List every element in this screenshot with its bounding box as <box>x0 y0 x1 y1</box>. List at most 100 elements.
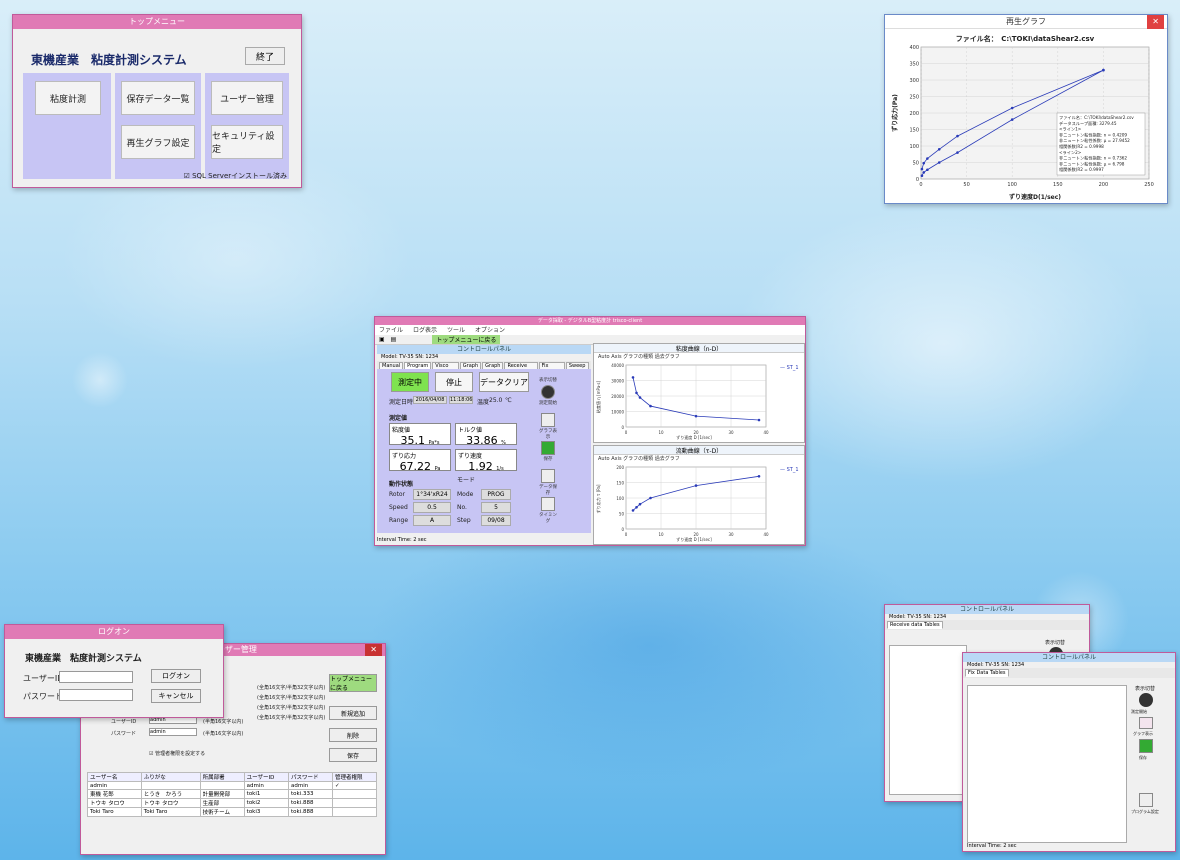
speed-value: 0.5 <box>413 502 451 513</box>
back-to-top-button[interactable]: トップメニューに戻る <box>329 674 377 692</box>
data-clear-button[interactable]: データクリア <box>479 372 529 392</box>
start-measure-label: 測定開始 <box>1131 709 1147 714</box>
menu-file[interactable]: ファイル <box>379 325 403 335</box>
tab-receive-data[interactable]: Receive data Tables <box>887 621 943 629</box>
data-point <box>649 496 652 500</box>
past-graph-label[interactable]: 過去グラフ <box>655 354 680 360</box>
login-button[interactable]: ログオン <box>151 669 201 683</box>
graph-display-icon[interactable] <box>1139 717 1153 729</box>
security-settings-button[interactable]: セキュリティ設定 <box>211 125 283 159</box>
start-measure-icon[interactable]: 測定開始 <box>537 385 559 413</box>
close-icon[interactable]: ✕ <box>365 644 382 656</box>
program-settings-icon[interactable] <box>1139 793 1153 807</box>
admin-cell[interactable] <box>331 798 378 808</box>
viscosity-measure-button[interactable]: 粘度計測 <box>35 81 101 115</box>
y-tick-label: 100 <box>616 496 624 501</box>
hint-6: (半角16文字以内) <box>203 731 244 737</box>
cancel-button[interactable]: キャンセル <box>151 689 201 703</box>
op-section-label: 動作状態 <box>389 481 414 488</box>
replay-graph-window: 再生グラフ – □ ✕ ファイル名： C:\TOKI\dataShear2.csv 0… <box>884 14 1168 204</box>
legend-entry: — ST_1 <box>780 365 799 371</box>
add-user-button[interactable]: 新規追加 <box>329 706 377 720</box>
data-save-icon[interactable]: データ保存 <box>537 469 559 497</box>
control-panel-window-front: コントロールパネル Model: TV-35 SN: 1234 Fix Data… <box>962 652 1176 852</box>
data-point <box>926 168 929 172</box>
password-input[interactable]: admin <box>149 728 197 736</box>
hint-5: (半角16文字以内) <box>203 719 244 725</box>
admin-cell[interactable]: ✓ <box>331 781 378 790</box>
rotor-label: Rotor <box>389 491 406 498</box>
menu-tool[interactable]: ツール <box>447 325 465 335</box>
table-row[interactable]: Toki Taro Toki Taro 技術チーム toki3 toki.888 <box>87 807 378 817</box>
table-row[interactable]: トウキ タロウ トウキ タロウ 生産部 toki2 toki.888 <box>87 798 378 808</box>
step-value: 09/08 <box>481 515 511 526</box>
back-to-top-button[interactable]: トップメニューに戻る <box>432 335 501 344</box>
graph-display-icon[interactable]: グラフ表示 <box>537 413 559 441</box>
login-user-input[interactable] <box>59 671 133 683</box>
close-icon[interactable]: ✕ <box>1147 15 1164 29</box>
x-tick-label: 50 <box>963 182 969 188</box>
graph-type-label[interactable]: グラフの種類 <box>623 354 653 360</box>
maximize-icon[interactable]: □ <box>1134 15 1142 29</box>
torque-value: 33.86 <box>466 434 498 447</box>
replay-graph-settings-button[interactable]: 再生グラフ設定 <box>121 125 195 159</box>
toolbar-icon[interactable]: ▣ <box>379 336 385 343</box>
login-password-label: パスワード <box>23 692 63 701</box>
x-tick-label: 10 <box>658 430 664 435</box>
date-value: 2016/04/08 <box>413 396 447 404</box>
save-user-button[interactable]: 保存 <box>329 748 377 762</box>
auto-axis-label[interactable]: Auto Axis <box>598 354 622 360</box>
measure-section-label: 測定値 <box>389 415 408 422</box>
mode-label: モード <box>457 477 476 484</box>
start-measure-icon[interactable] <box>1139 693 1153 707</box>
measuring-button[interactable]: 測定中 <box>391 372 429 392</box>
x-tick-label: 150 <box>1053 182 1063 188</box>
ctl-back-title: コントロールパネル <box>885 605 1089 614</box>
admin-cell[interactable] <box>331 789 378 799</box>
delete-user-button[interactable]: 削除 <box>329 728 377 742</box>
table-cell: toki3 <box>243 807 289 817</box>
flow-chart-toolbar: Auto Axis グラフの種類 過去グラフ <box>594 455 804 463</box>
tab-fix-data[interactable]: Fix Data Tables <box>965 669 1009 677</box>
saved-data-list-button[interactable]: 保存データ一覧 <box>121 81 195 115</box>
data-point <box>694 484 698 487</box>
menu-option[interactable]: オプション <box>475 325 505 335</box>
program-settings-label: プログラム設定 <box>1131 809 1159 814</box>
x-tick-label: 40 <box>763 430 769 435</box>
auto-axis-label[interactable]: Auto Axis <box>598 456 622 462</box>
timing-icon[interactable]: タイミング <box>537 497 559 525</box>
toolbar-icon[interactable]: ▤ <box>391 336 397 343</box>
past-graph-label[interactable]: 過去グラフ <box>655 456 680 462</box>
viscosity-box: 粘度値 35.1 Pa*s <box>389 423 451 447</box>
password-label: パスワード <box>111 731 137 737</box>
rate-unit: 1/s <box>496 466 504 472</box>
data-point <box>694 414 698 418</box>
x-tick-label: 200 <box>1099 182 1109 188</box>
save-icon[interactable] <box>1139 739 1153 753</box>
admin-checkbox[interactable]: ☑ 管理者権限を設定する <box>149 750 205 757</box>
y-tick-label: 400 <box>909 45 919 51</box>
minimize-icon[interactable]: – <box>1124 15 1128 29</box>
save-icon[interactable]: 保存 <box>537 441 559 469</box>
sql-server-checkbox[interactable]: ☑ SQL Serverインストール済み <box>184 171 287 181</box>
y-tick-label: 0 <box>916 177 919 183</box>
login-password-input[interactable] <box>59 689 133 701</box>
table-row[interactable]: 東機 花郎 とうき かろう 計量開発部 toki1 toki.333 <box>87 789 378 799</box>
ctl-front-title: コントロールパネル <box>963 653 1175 662</box>
flow-chart: 0 10 20 30 40050100150200— ST_1ずり速度 D [1/sec… <box>595 465 799 542</box>
table-cell: toki2 <box>243 798 289 808</box>
admin-cell[interactable] <box>331 807 378 817</box>
y-tick-label: 200 <box>616 465 624 470</box>
stop-button[interactable]: 停止 <box>435 372 473 392</box>
fix-data-table <box>967 685 1127 843</box>
date-label: 測定日時 <box>389 399 414 406</box>
menu-log[interactable]: ログ表示 <box>413 325 437 335</box>
login-heading: 東機産業 粘度計測システム <box>25 654 142 664</box>
y-axis-label: ずり応力 τ [Pa] <box>595 484 601 513</box>
control-area: 測定中 停止 データクリア 測定日時 2016/04/08 11:18:06 温… <box>377 369 591 533</box>
table-row[interactable]: admin admin admin ✓ <box>87 781 378 790</box>
exit-button[interactable]: 終了 <box>245 47 285 65</box>
main-titlebar: データ採取 - デジタルB型粘度計 trisco-client <box>375 317 805 325</box>
graph-type-label[interactable]: グラフの種類 <box>623 456 653 462</box>
user-management-button[interactable]: ユーザー管理 <box>211 81 283 115</box>
